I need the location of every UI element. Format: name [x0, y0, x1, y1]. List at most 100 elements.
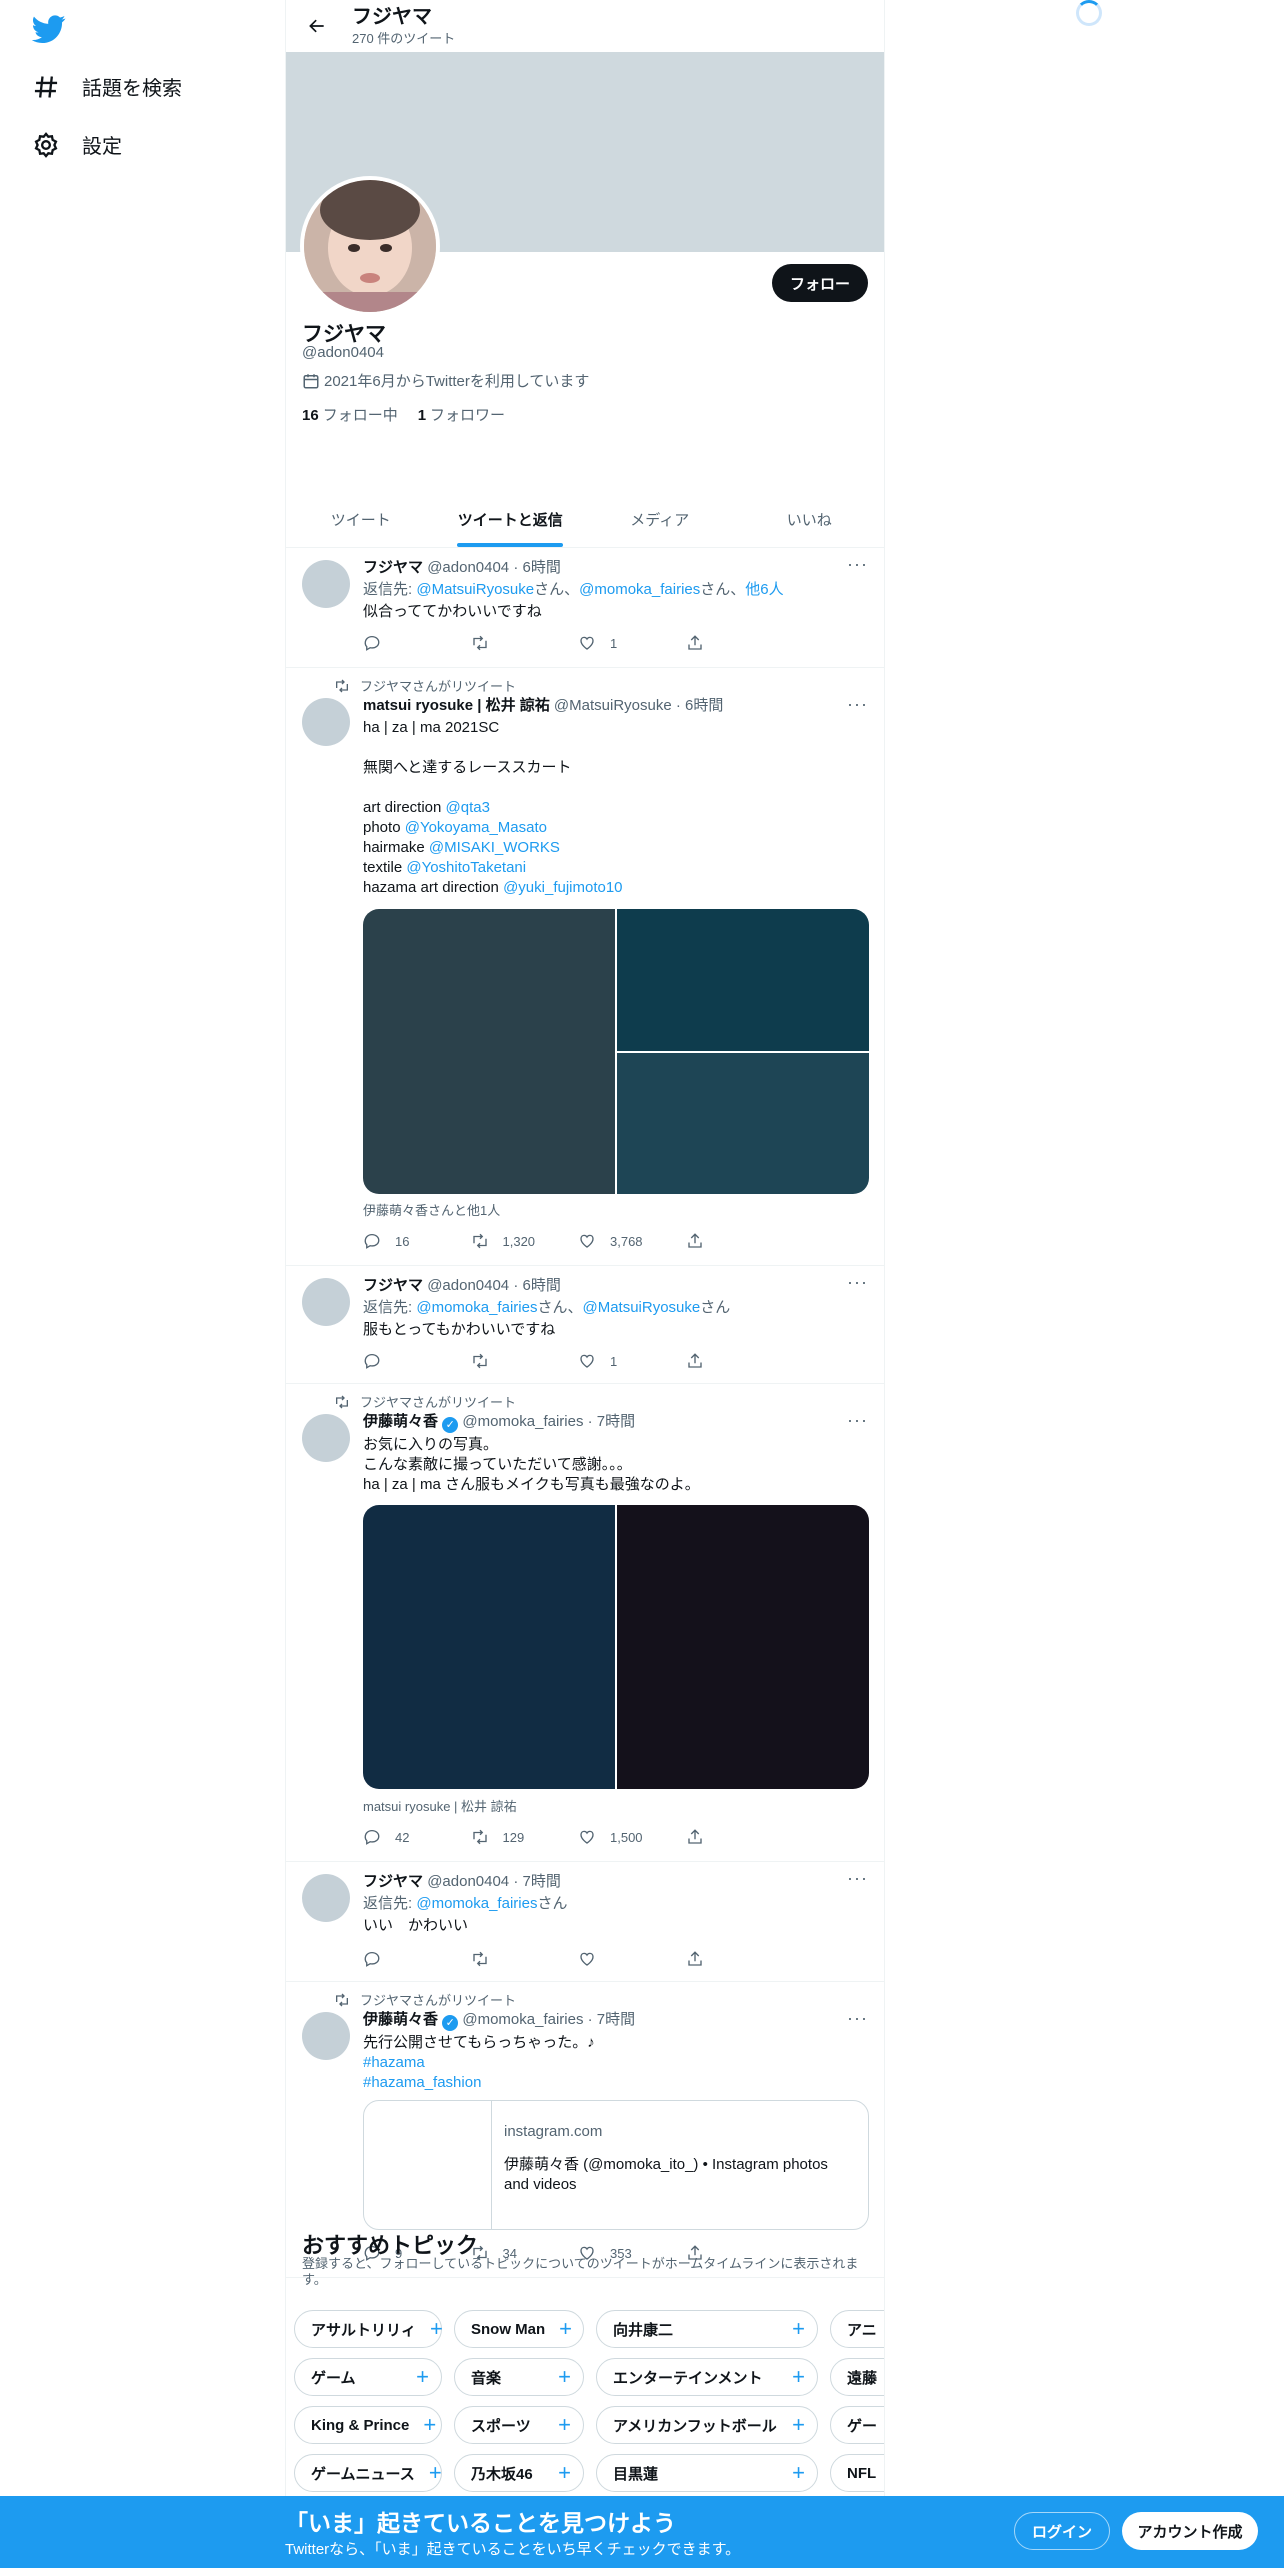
tweet[interactable]: ··· フジヤマ @adon0404 · 6時間 返信先: @MatsuiRyo…	[286, 548, 884, 668]
back-button[interactable]	[302, 11, 332, 41]
topic-chip[interactable]: 乃木坂46 +	[454, 2454, 584, 2492]
follow-button[interactable]: フォロー	[771, 264, 868, 302]
twitter-logo-icon[interactable]	[32, 12, 66, 46]
topic-chip[interactable]: ゲーム +	[294, 2358, 442, 2396]
tweet[interactable]: ··· フジヤマ @adon0404 · 6時間 返信先: @momoka_fa…	[286, 1266, 884, 1384]
reply-button[interactable]	[363, 1352, 471, 1370]
login-button[interactable]: ログイン	[1014, 2512, 1110, 2550]
reply-button[interactable]: 42	[363, 1828, 471, 1846]
nav-explore[interactable]: 話題を検索	[32, 72, 182, 101]
avatar[interactable]	[302, 1874, 350, 1922]
topic-chip[interactable]: Snow Man +	[454, 2310, 584, 2348]
plus-icon: +	[428, 2460, 442, 2485]
card-thumbnail	[364, 2101, 492, 2229]
mention-link[interactable]: @qta3	[446, 799, 490, 816]
topic-chip[interactable]: 遠藤	[830, 2358, 884, 2396]
tweet[interactable]: フジヤマさんがリツイート ··· matsui ryosuke | 松井 諒祐 …	[286, 668, 884, 1266]
followers-link[interactable]: 1 フォロワー	[418, 404, 505, 425]
topic-chip[interactable]: NFL	[830, 2454, 884, 2492]
profile-avatar[interactable]	[300, 176, 440, 316]
heart-icon	[580, 636, 594, 650]
mention-link[interactable]: @yuki_fujimoto10	[503, 879, 622, 896]
page-title: フジヤマ	[352, 5, 432, 28]
plus-icon: +	[792, 2364, 805, 2389]
avatar[interactable]	[302, 560, 350, 608]
avatar[interactable]	[302, 2012, 350, 2060]
tweet-count: 270 件のツイート	[352, 30, 456, 46]
profile-header: フジヤマ 270 件のツイート	[286, 0, 884, 52]
topic-chip[interactable]: アサルトリリィ +	[294, 2310, 443, 2348]
topic-chip[interactable]: 向井康二 +	[596, 2310, 818, 2348]
tweet[interactable]: フジヤマさんがリツイート ··· 伊藤萌々香 ✓ @momoka_fairies…	[286, 1384, 884, 1862]
mention-link[interactable]: @Yokoyama_Masato	[405, 819, 547, 836]
retweet-button[interactable]: 1,320	[471, 1232, 579, 1250]
mention-link[interactable]: @MISAKI_WORKS	[429, 839, 560, 856]
plus-icon: +	[792, 2460, 805, 2485]
plus-icon: +	[423, 2412, 437, 2437]
reply-to: 返信先: @MatsuiRyosukeさん、@momoka_fairiesさん、…	[363, 581, 784, 598]
share-button[interactable]	[686, 1828, 794, 1846]
share-icon	[687, 1353, 702, 1368]
retweet-icon	[336, 1993, 348, 2006]
card-title: 伊藤萌々香 (@momoka_ito_) • Instagram photos …	[504, 2156, 828, 2193]
tweet-text: いい かわいい	[363, 1917, 469, 1934]
signup-button[interactable]: アカウント作成	[1122, 2512, 1258, 2550]
signup-banner: 「いま」起きていることを見つけよう Twitterなら、「いま」起きていることを…	[0, 2496, 1284, 2568]
share-button[interactable]	[686, 1950, 794, 1968]
tweet-text: 先行公開させてもらっちゃった。♪ #hazama #hazama_fashion	[363, 2033, 868, 2093]
topic-chip[interactable]: エンターテインメント +	[596, 2358, 818, 2396]
media-image[interactable]	[617, 1052, 869, 1194]
reply-button[interactable]	[363, 1950, 471, 1968]
reply-button[interactable]	[363, 634, 471, 652]
tab-likes[interactable]: いいね	[735, 492, 885, 547]
link-card[interactable]: instagram.com 伊藤萌々香 (@momoka_ito_) • Ins…	[363, 2100, 869, 2230]
reply-button[interactable]: 16	[363, 1232, 471, 1250]
topic-chip[interactable]: King & Prince +	[294, 2406, 442, 2444]
topic-chip[interactable]: アメリカンフットボール +	[596, 2406, 818, 2444]
mention-link[interactable]: @YoshitoTaketani	[406, 859, 526, 876]
media-image[interactable]	[363, 909, 615, 1194]
retweet-button[interactable]	[471, 1352, 579, 1370]
share-button[interactable]	[686, 1352, 794, 1370]
avatar[interactable]	[302, 1414, 350, 1462]
media-image[interactable]	[363, 1505, 615, 1789]
topic-chip[interactable]: スポーツ +	[454, 2406, 584, 2444]
like-button[interactable]: 1	[578, 634, 686, 652]
like-button[interactable]: 1,500	[578, 1828, 686, 1846]
topic-chip[interactable]: 音楽 +	[454, 2358, 584, 2396]
media-tag-caption[interactable]: 伊藤萌々香さんと他1人	[363, 1200, 500, 1219]
media-image[interactable]	[617, 909, 869, 1051]
like-button[interactable]	[578, 1950, 686, 1968]
left-nav: 話題を検索 設定	[0, 0, 284, 2568]
following-link[interactable]: 16 フォロー中	[302, 404, 398, 425]
nav-settings[interactable]: 設定	[32, 130, 122, 159]
avatar[interactable]	[302, 698, 350, 746]
hashtag-link[interactable]: #hazama_fashion	[363, 2073, 868, 2093]
retweet-button[interactable]	[471, 634, 579, 652]
banner-subtitle: Twitterなら、「いま」起きていることをいち早くチェックできます。	[285, 2541, 741, 2558]
avatar[interactable]	[302, 1278, 350, 1326]
media-image[interactable]	[617, 1505, 869, 1789]
topic-chip[interactable]: 目黒蓮 +	[596, 2454, 818, 2492]
topic-chip[interactable]: アニ	[830, 2310, 884, 2348]
reply-icon	[364, 1233, 380, 1249]
topic-chip[interactable]: ゲー	[830, 2406, 884, 2444]
tweet[interactable]: ··· フジヤマ @adon0404 · 7時間 返信先: @momoka_fa…	[286, 1862, 884, 1982]
tab-tweets-and-replies[interactable]: ツイートと返信	[436, 492, 586, 547]
retweet-button[interactable]: 129	[471, 1828, 579, 1846]
share-button[interactable]	[686, 1232, 794, 1250]
topic-chip[interactable]: ゲームニュース +	[294, 2454, 442, 2492]
hashtag-link[interactable]: #hazama	[363, 2053, 868, 2073]
tab-media[interactable]: メディア	[585, 492, 735, 547]
media-tag-caption[interactable]: matsui ryosuke | 松井 諒祐	[363, 1796, 517, 1815]
calendar-icon	[303, 373, 319, 388]
reply-icon	[364, 1353, 380, 1369]
share-button[interactable]	[686, 634, 794, 652]
share-icon	[687, 1233, 702, 1248]
like-button[interactable]: 1	[578, 1352, 686, 1370]
like-button[interactable]: 3,768	[578, 1232, 686, 1250]
join-date-text: 2021年6月からTwitterを利用しています	[324, 373, 590, 390]
tab-tweets[interactable]: ツイート	[286, 492, 436, 547]
retweet-button[interactable]	[471, 1950, 579, 1968]
share-icon	[687, 1951, 702, 1966]
